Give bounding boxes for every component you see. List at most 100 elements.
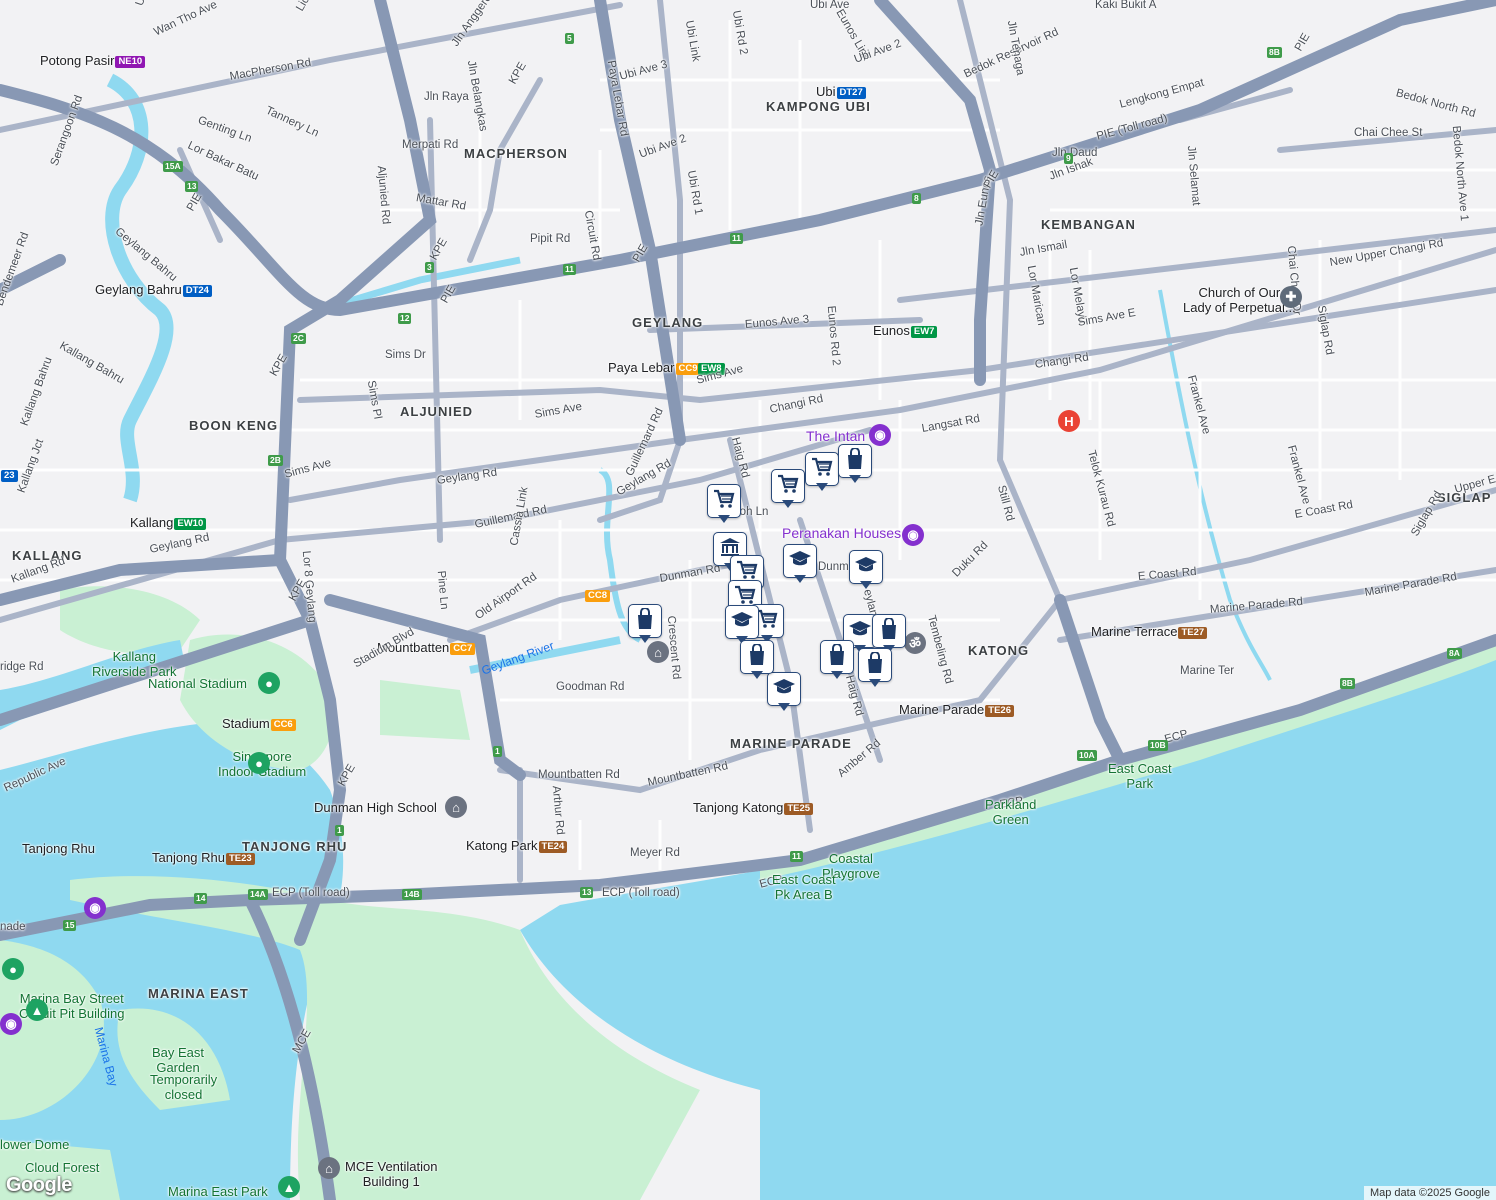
park-icon[interactable]: ● [2,958,24,980]
road-label: Chai Chee St [1354,127,1423,139]
listing-marker[interactable] [740,640,774,680]
mrt-station: Geylang Bahru DT24 [95,283,212,297]
place-label: Tanjong Rhu [22,841,95,856]
exit-number-badge: 8 [912,193,921,204]
station-name: Stadium [222,716,270,731]
listing-marker[interactable] [838,444,872,484]
road-label: Jln Raya [424,91,469,103]
road-label: Sims Dr [385,349,426,361]
area-label: ALJUNIED [400,404,474,419]
exit-number-badge: 15A [163,161,183,172]
mrt-station: Marine Terrace TE27 [1091,624,1208,639]
exit-number-badge: 8A [1447,648,1462,659]
road-label: Marine Ter [1180,665,1235,677]
tree-icon[interactable]: ▲ [278,1176,300,1198]
school-icon[interactable]: ⌂ [445,796,467,818]
road-label: Merpati Rd [402,139,459,151]
google-logo: Google [6,1174,72,1196]
road-label: Pine Ln [434,570,451,611]
area-label: KEMBANGAN [1041,217,1136,232]
map-credit: Map data ©2025 Google [1363,1186,1496,1200]
station-code-badge: DT24 [182,285,212,297]
exit-number-badge: 13 [185,181,199,192]
church-icon[interactable]: ✚ [1280,286,1302,308]
listing-marker[interactable] [628,604,662,644]
mrt-station: Eunos EW7 [873,324,938,338]
road-label: ECP (Toll road) [272,887,350,899]
station-name: Tanjong Katong [693,800,784,815]
shopping-cart-icon [756,609,778,634]
stadium-icon[interactable]: ● [258,672,280,694]
road-label: Meyer Rd [630,847,680,859]
area-label: GEYLANG [632,315,704,330]
camera-icon[interactable]: ◉ [902,524,924,546]
listing-marker[interactable] [707,484,741,524]
place-label: Marina East Park [168,1184,268,1199]
station-code-badge: TE27 [1178,627,1208,639]
exit-number-badge: 1 [335,825,344,836]
road-label: Dunm [818,561,849,573]
place-label: Kallang Riverside Park [92,649,177,679]
place-label: lower Dome [0,1137,70,1152]
building-icon[interactable]: ⌂ [318,1157,340,1179]
station-name: Marine Parade [899,702,985,717]
area-label: KAMPONG UBI [766,99,871,114]
exit-number-badge: 11 [730,233,743,244]
road-label: Goodman Rd [556,681,625,693]
camera-icon[interactable]: ◉ [0,1013,22,1035]
place-label: Dunman High School [314,800,437,815]
exit-number-badge: 10A [1077,750,1097,761]
exit-number-badge: 11 [790,851,803,862]
listing-marker[interactable] [820,640,854,680]
exit-number-badge: 12 [398,313,412,324]
place-label: East Coast Park [1108,761,1172,791]
road-label: ECP (Toll road) [602,887,680,899]
exit-number-badge: 11 [563,264,576,275]
mrt-station: Katong Park TE24 [466,839,568,853]
camera-icon[interactable]: ◉ [869,424,891,446]
place-label: Church of Our Lady of Perpetual... [1183,285,1296,315]
tree-icon[interactable]: ▲ [26,999,48,1021]
listing-marker[interactable] [805,452,839,492]
exit-number-badge: 14B [402,889,422,900]
exit-number-badge: 10B [1148,740,1168,751]
mrt-station: Kallang EW10 [130,515,207,530]
exit-number-badge: 15 [63,920,77,931]
road-label: Mountbatten Rd [538,769,620,781]
area-label: MARINA EAST [148,986,249,1001]
station-name: Kallang [130,515,174,530]
station-code-badge: DT27 [836,87,866,99]
place-label: East Coast Pk Area B [772,872,836,902]
station-code-badge: TE23 [226,853,255,865]
temple-icon[interactable]: ॐ [904,632,926,654]
station-code-badge: CC6 [270,719,296,731]
listing-marker[interactable] [783,544,817,584]
mrt-station: Tanjong Katong TE25 [693,800,814,815]
listing-marker[interactable] [725,605,759,645]
graduation-cap-icon [772,678,796,701]
stadium-icon[interactable]: ● [248,752,270,774]
mrt-station: Potong Pasir NE10 [40,53,146,68]
listing-marker[interactable] [858,648,892,688]
exit-number-badge: 2B [268,455,283,466]
station-code-badge: EW10 [174,518,207,530]
listing-marker[interactable] [849,550,883,590]
station-name: Potong Pasir [40,53,115,68]
hospital-icon[interactable]: H [1058,410,1080,432]
station-name: Ubi [816,84,836,99]
graduation-cap-icon [730,611,754,634]
listing-marker[interactable] [771,469,805,509]
road-label: Kaki Bukit A [1095,0,1157,11]
exit-number-badge: 8B [1340,678,1355,689]
station-name: Paya Lebar [608,360,675,375]
station-code-badge: TE25 [784,803,814,815]
camera-icon[interactable]: ◉ [84,897,106,919]
exit-number-badge: 14 [194,893,208,904]
school-icon[interactable]: ⌂ [647,641,669,663]
mrt-station: 23 [0,468,18,482]
station-name: Marine Terrace [1091,624,1178,639]
map-canvas[interactable]: KAMPONG UBI MACPHERSON KEMBANGAN GEYLANG ALJ… [0,0,1496,1200]
exit-number-badge: 13 [580,887,594,898]
place-label: The Intan [806,428,866,444]
shopping-bag-icon [635,606,655,635]
